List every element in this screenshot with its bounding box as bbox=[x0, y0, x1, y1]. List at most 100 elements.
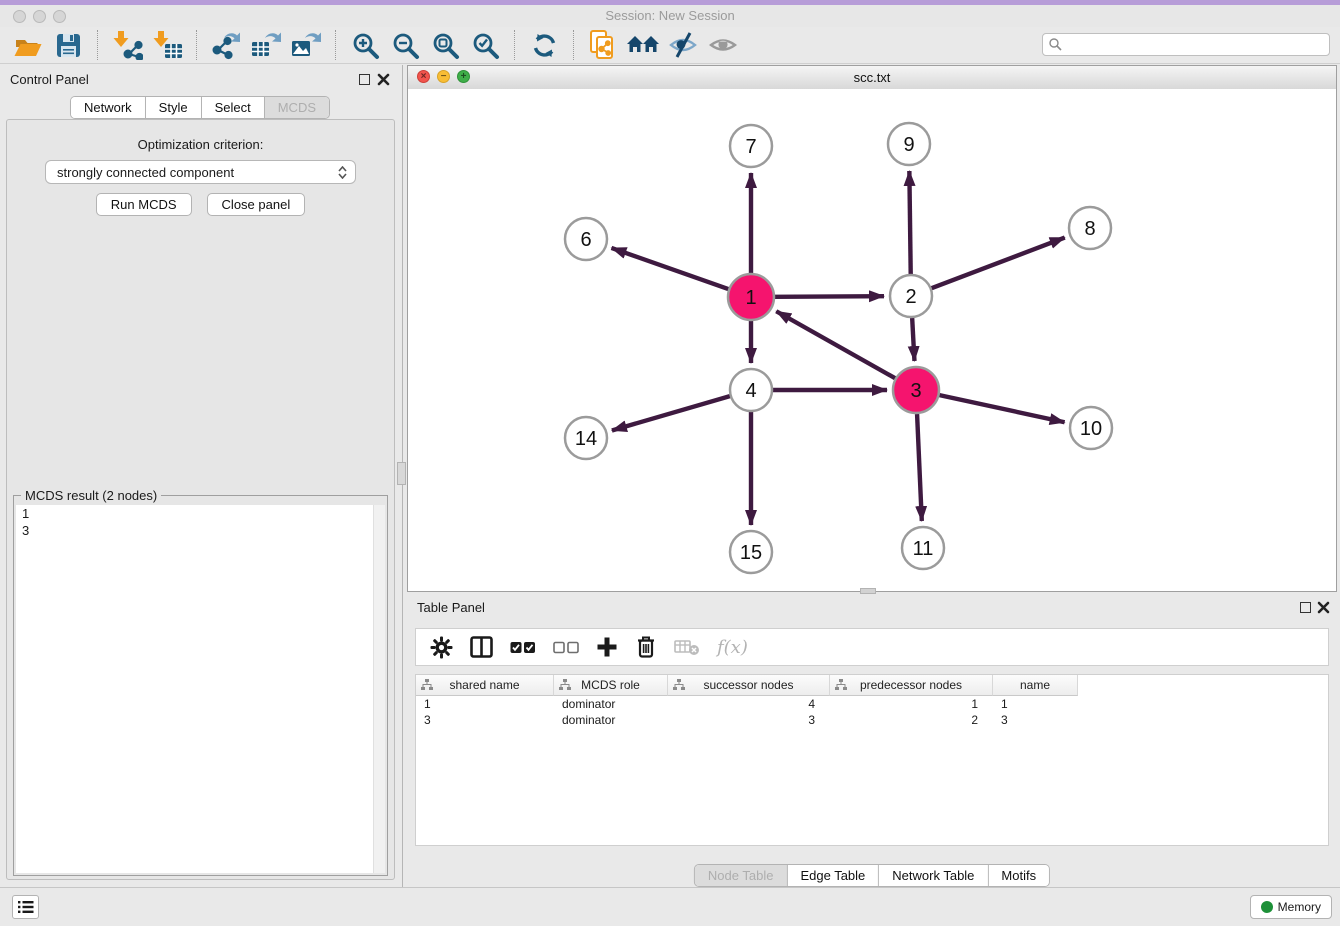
graph-edge-2-8[interactable] bbox=[932, 238, 1065, 289]
export-image-button[interactable] bbox=[288, 28, 324, 62]
zoom-in-icon bbox=[351, 31, 380, 60]
network-window-titlebar[interactable]: × − + scc.txt bbox=[408, 66, 1336, 90]
graph-node-label-3: 3 bbox=[910, 380, 921, 402]
control-panel-tabs: Network Style Select MCDS bbox=[70, 96, 330, 119]
graph-edge-1-6[interactable] bbox=[611, 248, 728, 289]
network-window-title: scc.txt bbox=[408, 70, 1336, 85]
hide-selected-button[interactable] bbox=[665, 28, 701, 62]
float-panel-icon[interactable] bbox=[359, 74, 370, 85]
cell-successor-nodes: 3 bbox=[668, 713, 830, 727]
graph-node-label-8: 8 bbox=[1084, 218, 1095, 240]
export-network-button[interactable] bbox=[208, 28, 244, 62]
close-table-panel-icon[interactable] bbox=[1317, 601, 1330, 614]
tab-mcds[interactable]: MCDS bbox=[265, 97, 329, 118]
zoom-in-button[interactable] bbox=[347, 28, 383, 62]
mcds-result-box: MCDS result (2 nodes) 1 3 bbox=[13, 495, 388, 876]
mcds-buttons: Run MCDS Close panel bbox=[7, 193, 394, 216]
mcds-result-list[interactable]: 1 3 bbox=[16, 505, 385, 873]
graph-edge-3-11[interactable] bbox=[917, 414, 922, 521]
network-canvas[interactable]: 7968124314101511 bbox=[408, 89, 1336, 591]
tab-network-table[interactable]: Network Table bbox=[879, 865, 988, 886]
graph-edge-3-1[interactable] bbox=[776, 311, 895, 378]
gear-icon[interactable] bbox=[430, 636, 453, 659]
column-header-shared-name[interactable]: shared name bbox=[416, 675, 554, 696]
zoom-selected-button[interactable] bbox=[467, 28, 503, 62]
optimization-criterion-label: Optimization criterion: bbox=[7, 137, 394, 152]
tab-style[interactable]: Style bbox=[146, 97, 202, 118]
first-neighbors-button[interactable] bbox=[625, 28, 661, 62]
window-titlebar[interactable]: Session: New Session bbox=[0, 5, 1340, 27]
graph-node-label-2: 2 bbox=[905, 286, 916, 308]
trash-icon[interactable] bbox=[635, 635, 657, 659]
search-icon bbox=[1048, 37, 1063, 52]
tab-node-table[interactable]: Node Table bbox=[695, 865, 788, 886]
network-resize-handle[interactable] bbox=[860, 588, 876, 594]
run-mcds-button[interactable]: Run MCDS bbox=[96, 193, 192, 216]
table-row[interactable]: 1 dominator 4 1 1 bbox=[416, 696, 1328, 712]
attribute-icon bbox=[421, 679, 433, 691]
tab-motifs[interactable]: Motifs bbox=[988, 865, 1049, 886]
column-header-name[interactable]: name bbox=[993, 675, 1078, 696]
cell-predecessor-nodes: 2 bbox=[830, 713, 993, 727]
import-network-button[interactable] bbox=[109, 28, 145, 62]
tab-network[interactable]: Network bbox=[71, 97, 146, 118]
export-table-icon bbox=[250, 30, 282, 60]
open-session-button[interactable] bbox=[10, 28, 46, 62]
search-input[interactable] bbox=[1063, 35, 1329, 55]
add-row-icon[interactable] bbox=[596, 636, 618, 658]
refresh-icon bbox=[530, 31, 559, 60]
graph-edge-4-14[interactable] bbox=[612, 396, 730, 430]
splitter-handle[interactable] bbox=[397, 462, 406, 485]
graph-edge-3-10[interactable] bbox=[939, 395, 1064, 422]
window-title: Session: New Session bbox=[0, 8, 1340, 23]
graph-edge-2-9[interactable] bbox=[909, 171, 910, 274]
criterion-value: strongly connected component bbox=[57, 165, 234, 180]
cell-name: 1 bbox=[993, 697, 1078, 711]
close-panel-button[interactable]: Close panel bbox=[207, 193, 306, 216]
select-all-icon[interactable] bbox=[510, 641, 536, 654]
node-table[interactable]: shared name MCDS role successor nodes bbox=[415, 674, 1329, 846]
graph-node-label-6: 6 bbox=[580, 229, 591, 251]
cell-mcds-role: dominator bbox=[554, 713, 668, 727]
result-scrollbar[interactable] bbox=[373, 505, 385, 873]
new-network-from-selection-button[interactable] bbox=[585, 28, 621, 62]
refresh-layout-button[interactable] bbox=[526, 28, 562, 62]
network-graph[interactable]: 7968124314101511 bbox=[408, 89, 1336, 591]
hide-eye-icon bbox=[668, 30, 698, 60]
column-header-predecessor-nodes[interactable]: predecessor nodes bbox=[830, 675, 993, 696]
tab-select[interactable]: Select bbox=[202, 97, 265, 118]
criterion-dropdown[interactable]: strongly connected component bbox=[45, 160, 356, 184]
cell-successor-nodes: 4 bbox=[668, 697, 830, 711]
zoom-fit-button[interactable] bbox=[427, 28, 463, 62]
attribute-icon bbox=[673, 679, 685, 691]
table-panel-tabs: Node Table Edge Table Network Table Moti… bbox=[694, 864, 1050, 887]
show-columns-icon[interactable] bbox=[470, 636, 493, 658]
toolbar-separator bbox=[335, 30, 336, 60]
memory-button[interactable]: Memory bbox=[1250, 895, 1332, 919]
show-all-button[interactable] bbox=[705, 28, 741, 62]
import-network-icon bbox=[111, 30, 143, 60]
graph-edge-2-3[interactable] bbox=[912, 318, 914, 361]
zoom-out-button[interactable] bbox=[387, 28, 423, 62]
float-table-panel-icon[interactable] bbox=[1300, 602, 1311, 613]
graph-node-label-1: 1 bbox=[745, 287, 756, 309]
cell-predecessor-nodes: 1 bbox=[830, 697, 993, 711]
import-table-button[interactable] bbox=[149, 28, 185, 62]
status-bar: Memory bbox=[0, 887, 1340, 926]
export-table-button[interactable] bbox=[248, 28, 284, 62]
table-row[interactable]: 3 dominator 3 2 3 bbox=[416, 712, 1328, 728]
graph-edge-1-2[interactable] bbox=[775, 296, 884, 297]
graph-node-label-10: 10 bbox=[1080, 418, 1102, 440]
toolbar-search-field[interactable] bbox=[1042, 33, 1330, 56]
zoom-out-icon bbox=[391, 31, 420, 60]
tab-edge-table[interactable]: Edge Table bbox=[787, 865, 879, 886]
toolbar-separator bbox=[514, 30, 515, 60]
mcds-panel: Optimization criterion: strongly connect… bbox=[6, 119, 395, 880]
save-session-button[interactable] bbox=[50, 28, 86, 62]
deselect-all-icon[interactable] bbox=[553, 641, 579, 654]
close-panel-icon[interactable] bbox=[377, 73, 390, 86]
column-header-successor-nodes[interactable]: successor nodes bbox=[668, 675, 830, 696]
task-history-button[interactable] bbox=[12, 895, 39, 919]
column-header-mcds-role[interactable]: MCDS role bbox=[554, 675, 668, 696]
table-toolbar: f(x) bbox=[415, 628, 1329, 666]
